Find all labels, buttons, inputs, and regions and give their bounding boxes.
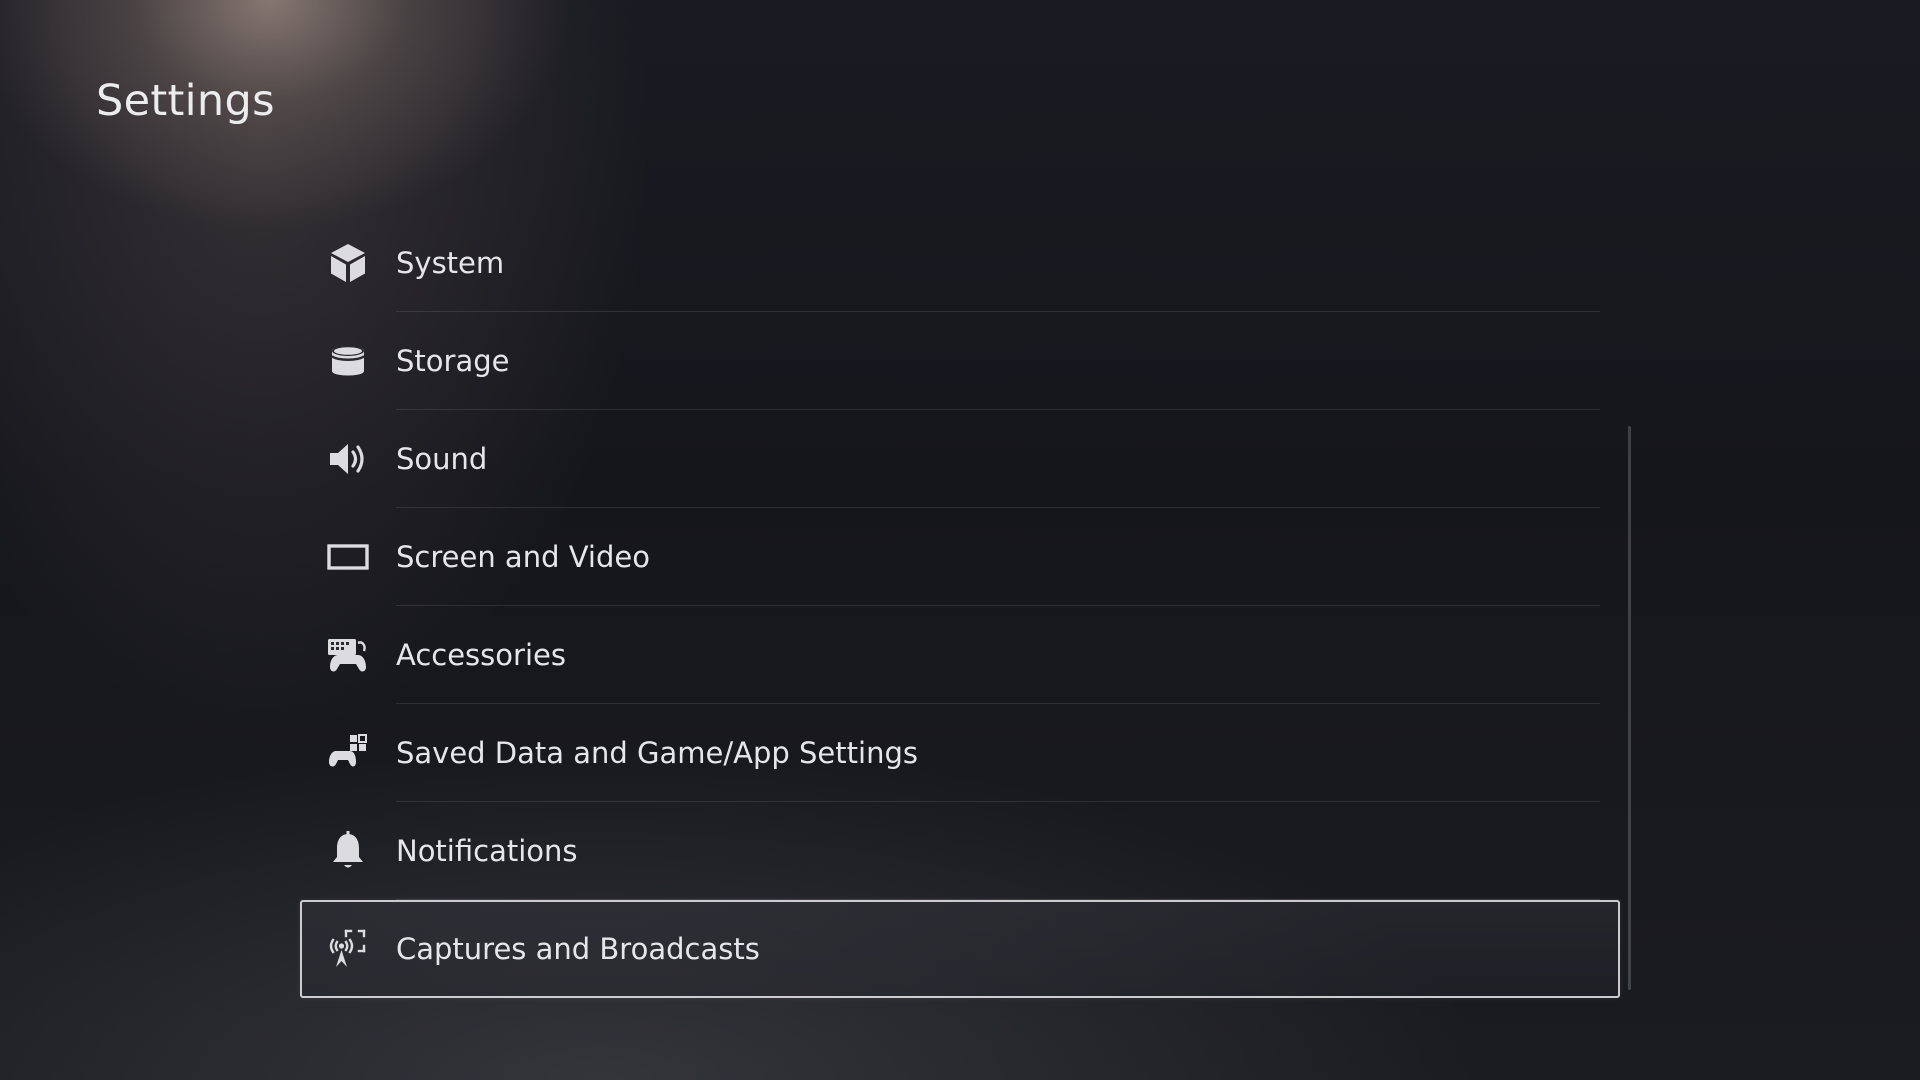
menu-item-label: Accessories (396, 638, 566, 672)
menu-item-accessories[interactable]: Accessories (300, 606, 1620, 704)
menu-item-screen-and-video[interactable]: Screen and Video (300, 508, 1620, 606)
settings-menu: System Storage Sound Screen and Video Ac… (300, 214, 1620, 998)
page-title: Settings (96, 76, 275, 126)
menu-item-label: Notifications (396, 834, 578, 868)
bell-icon (326, 829, 370, 873)
menu-item-label: Saved Data and Game/App Settings (396, 736, 918, 770)
database-icon (326, 339, 370, 383)
menu-item-label: Sound (396, 442, 488, 476)
menu-item-label: Screen and Video (396, 540, 650, 574)
menu-item-label: Captures and Broadcasts (396, 932, 760, 966)
menu-item-saved-data[interactable]: Saved Data and Game/App Settings (300, 704, 1620, 802)
menu-item-sound[interactable]: Sound (300, 410, 1620, 508)
menu-item-notifications[interactable]: Notifications (300, 802, 1620, 900)
controller-apps-icon (326, 731, 370, 775)
screen-icon (326, 535, 370, 579)
menu-item-system[interactable]: System (300, 214, 1620, 312)
menu-item-label: Storage (396, 344, 510, 378)
menu-item-captures-and-broadcasts[interactable]: Captures and Broadcasts (300, 900, 1620, 998)
speaker-icon (326, 437, 370, 481)
keyboard-controller-icon (326, 633, 370, 677)
capture-broadcast-icon (326, 927, 370, 971)
menu-item-label: System (396, 246, 505, 280)
menu-item-storage[interactable]: Storage (300, 312, 1620, 410)
cube-icon (326, 241, 370, 285)
scrollbar[interactable] (1628, 426, 1631, 990)
